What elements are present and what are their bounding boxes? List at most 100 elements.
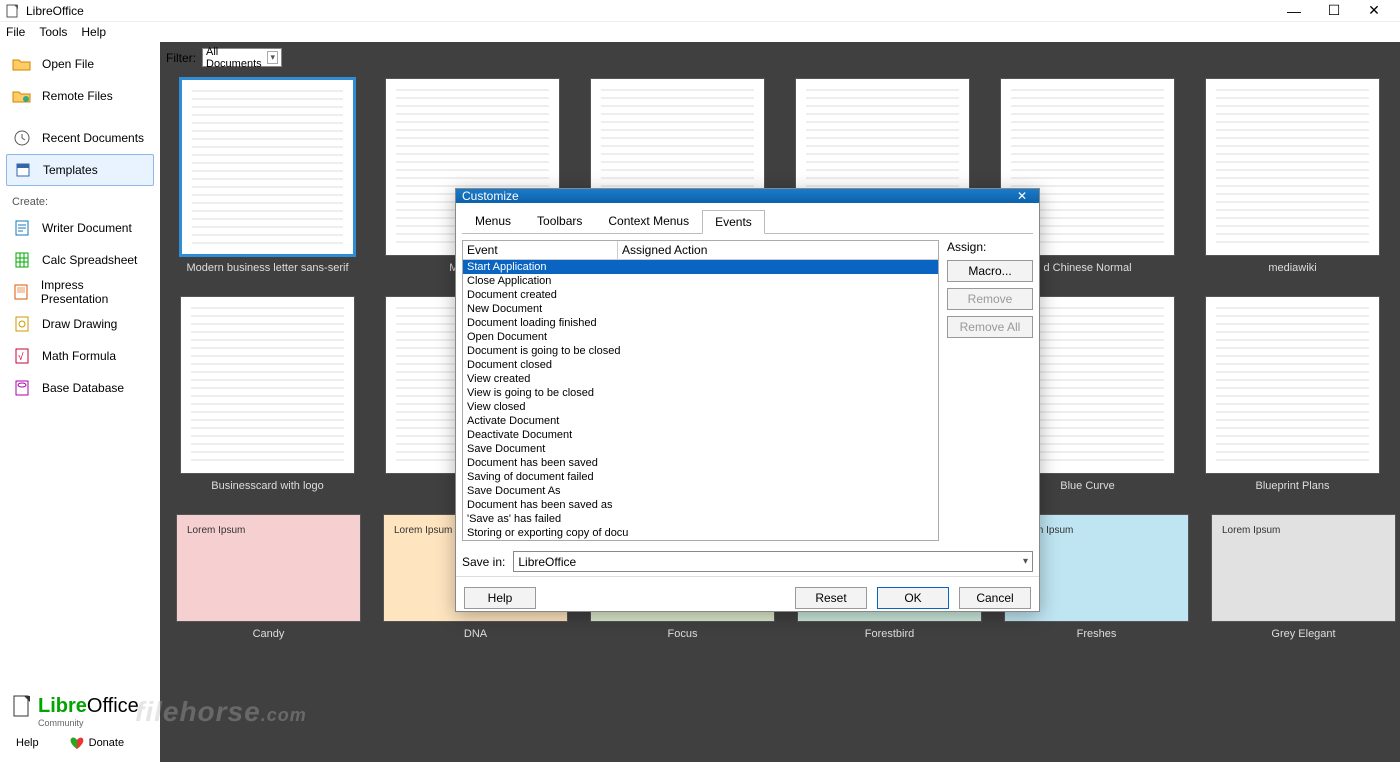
- minimize-button[interactable]: —: [1274, 0, 1314, 22]
- remove-all-button[interactable]: Remove All: [947, 316, 1033, 338]
- tab-toolbars[interactable]: Toolbars: [524, 209, 595, 233]
- menu-file[interactable]: File: [6, 25, 25, 39]
- dialog-footer: Help Reset OK Cancel: [456, 576, 1039, 619]
- sidebar-item-label: Recent Documents: [42, 131, 144, 145]
- base-icon: [12, 380, 32, 396]
- dialog-close-button[interactable]: ✕: [1011, 189, 1033, 203]
- draw-icon: [12, 316, 32, 332]
- template-label: Freshes: [1077, 628, 1117, 640]
- event-row[interactable]: Deactivate Document: [463, 428, 938, 442]
- event-row[interactable]: Document is going to be closed: [463, 344, 938, 358]
- event-row[interactable]: Activate Document: [463, 414, 938, 428]
- sidebar-math[interactable]: √ Math Formula: [6, 340, 154, 372]
- event-row[interactable]: New Document: [463, 302, 938, 316]
- clock-icon: [12, 130, 32, 146]
- save-in-row: Save in: LibreOffice ▾: [456, 547, 1039, 576]
- menu-tools[interactable]: Tools: [39, 25, 67, 39]
- template-label: Candy: [253, 628, 285, 640]
- sidebar-remote-files[interactable]: Remote Files: [6, 80, 154, 112]
- filter-dropdown[interactable]: All Documents▾: [202, 48, 282, 67]
- sidebar-item-label: Open File: [42, 57, 94, 71]
- close-button[interactable]: ✕: [1354, 0, 1394, 22]
- filter-label: Filter:: [166, 51, 196, 65]
- save-in-dropdown[interactable]: LibreOffice ▾: [513, 551, 1033, 572]
- event-row[interactable]: View closed: [463, 400, 938, 414]
- svg-text:√: √: [18, 351, 24, 363]
- tab-events[interactable]: Events: [702, 210, 765, 234]
- template-label: Modern business letter sans-serif: [186, 262, 348, 274]
- event-row[interactable]: Document created: [463, 288, 938, 302]
- template-thumb[interactable]: Modern business letter sans-serif: [176, 78, 359, 274]
- event-row[interactable]: Document has been saved as: [463, 498, 938, 512]
- template-label: Grey Elegant: [1271, 628, 1335, 640]
- impress-icon: [12, 284, 31, 300]
- template-thumb[interactable]: mediawiki: [1201, 78, 1384, 274]
- donate-label: Donate: [89, 737, 124, 749]
- macro-button[interactable]: Macro...: [947, 260, 1033, 282]
- sidebar-calc[interactable]: Calc Spreadsheet: [6, 244, 154, 276]
- event-row[interactable]: Close Application: [463, 274, 938, 288]
- chevron-down-icon: ▾: [1023, 556, 1028, 567]
- events-table: Event Assigned Action Start ApplicationC…: [462, 240, 939, 541]
- event-row[interactable]: Document closed: [463, 358, 938, 372]
- math-icon: √: [12, 348, 32, 364]
- dialog-titlebar[interactable]: Customize ✕: [456, 189, 1039, 203]
- event-row[interactable]: View is going to be closed: [463, 386, 938, 400]
- ok-button[interactable]: OK: [877, 587, 949, 609]
- events-list[interactable]: Start ApplicationClose ApplicationDocume…: [463, 260, 938, 540]
- reset-button[interactable]: Reset: [795, 587, 867, 609]
- event-row[interactable]: Saving of document failed: [463, 470, 938, 484]
- dialog-tabs: Menus Toolbars Context Menus Events: [462, 209, 1033, 234]
- event-row[interactable]: 'Save as' has failed: [463, 512, 938, 526]
- brand-text: LibreOffice: [38, 696, 139, 716]
- dialog-title: Customize: [462, 189, 519, 203]
- assign-label: Assign:: [947, 240, 1033, 254]
- maximize-button[interactable]: ☐: [1314, 0, 1354, 22]
- assign-column: Assign: Macro... Remove Remove All: [947, 240, 1033, 541]
- event-row[interactable]: Save Document As: [463, 484, 938, 498]
- sidebar-item-label: Math Formula: [42, 349, 116, 363]
- create-section-label: Create:: [12, 196, 148, 208]
- sidebar-writer[interactable]: Writer Document: [6, 212, 154, 244]
- tab-context-menus[interactable]: Context Menus: [595, 209, 702, 233]
- col-action[interactable]: Assigned Action: [618, 241, 938, 259]
- template-label: d Chinese Normal: [1043, 262, 1131, 274]
- event-row[interactable]: Open Document: [463, 330, 938, 344]
- donate-link[interactable]: Donate: [69, 736, 124, 750]
- template-thumb[interactable]: Lorem IpsumGrey Elegant: [1211, 514, 1396, 640]
- save-in-label: Save in:: [462, 555, 505, 569]
- help-button[interactable]: Help: [464, 587, 536, 609]
- event-row[interactable]: Document has been saved: [463, 456, 938, 470]
- menubar: File Tools Help: [0, 22, 1400, 42]
- template-thumb[interactable]: Businesscard with logo: [176, 296, 359, 492]
- cancel-button[interactable]: Cancel: [959, 587, 1031, 609]
- tab-menus[interactable]: Menus: [462, 209, 524, 233]
- template-label: DNA: [464, 628, 487, 640]
- col-event[interactable]: Event: [463, 241, 618, 259]
- help-link[interactable]: Help: [16, 737, 39, 749]
- sidebar-item-label: Base Database: [42, 381, 124, 395]
- event-row[interactable]: Start Application: [463, 260, 938, 274]
- sidebar-base[interactable]: Base Database: [6, 372, 154, 404]
- event-row[interactable]: Save Document: [463, 442, 938, 456]
- template-label: mediawiki: [1268, 262, 1316, 274]
- sidebar-item-label: Draw Drawing: [42, 317, 117, 331]
- sidebar-templates[interactable]: Templates: [6, 154, 154, 186]
- sidebar-open-file[interactable]: Open File: [6, 48, 154, 80]
- calc-icon: [12, 252, 32, 268]
- template-thumb[interactable]: Lorem IpsumCandy: [176, 514, 361, 640]
- template-label: Blueprint Plans: [1256, 480, 1330, 492]
- event-row[interactable]: View created: [463, 372, 938, 386]
- folder-open-icon: [12, 56, 32, 72]
- remove-button[interactable]: Remove: [947, 288, 1033, 310]
- event-row[interactable]: Document loading finished: [463, 316, 938, 330]
- template-label: Blue Curve: [1060, 480, 1114, 492]
- menu-help[interactable]: Help: [81, 25, 106, 39]
- sidebar-recent-documents[interactable]: Recent Documents: [6, 122, 154, 154]
- libreoffice-logo-icon: [12, 694, 32, 718]
- customize-dialog: Customize ✕ Menus Toolbars Context Menus…: [455, 188, 1040, 612]
- sidebar-impress[interactable]: Impress Presentation: [6, 276, 154, 308]
- sidebar-draw[interactable]: Draw Drawing: [6, 308, 154, 340]
- template-thumb[interactable]: Blueprint Plans: [1201, 296, 1384, 492]
- event-row[interactable]: Storing or exporting copy of docu: [463, 526, 938, 540]
